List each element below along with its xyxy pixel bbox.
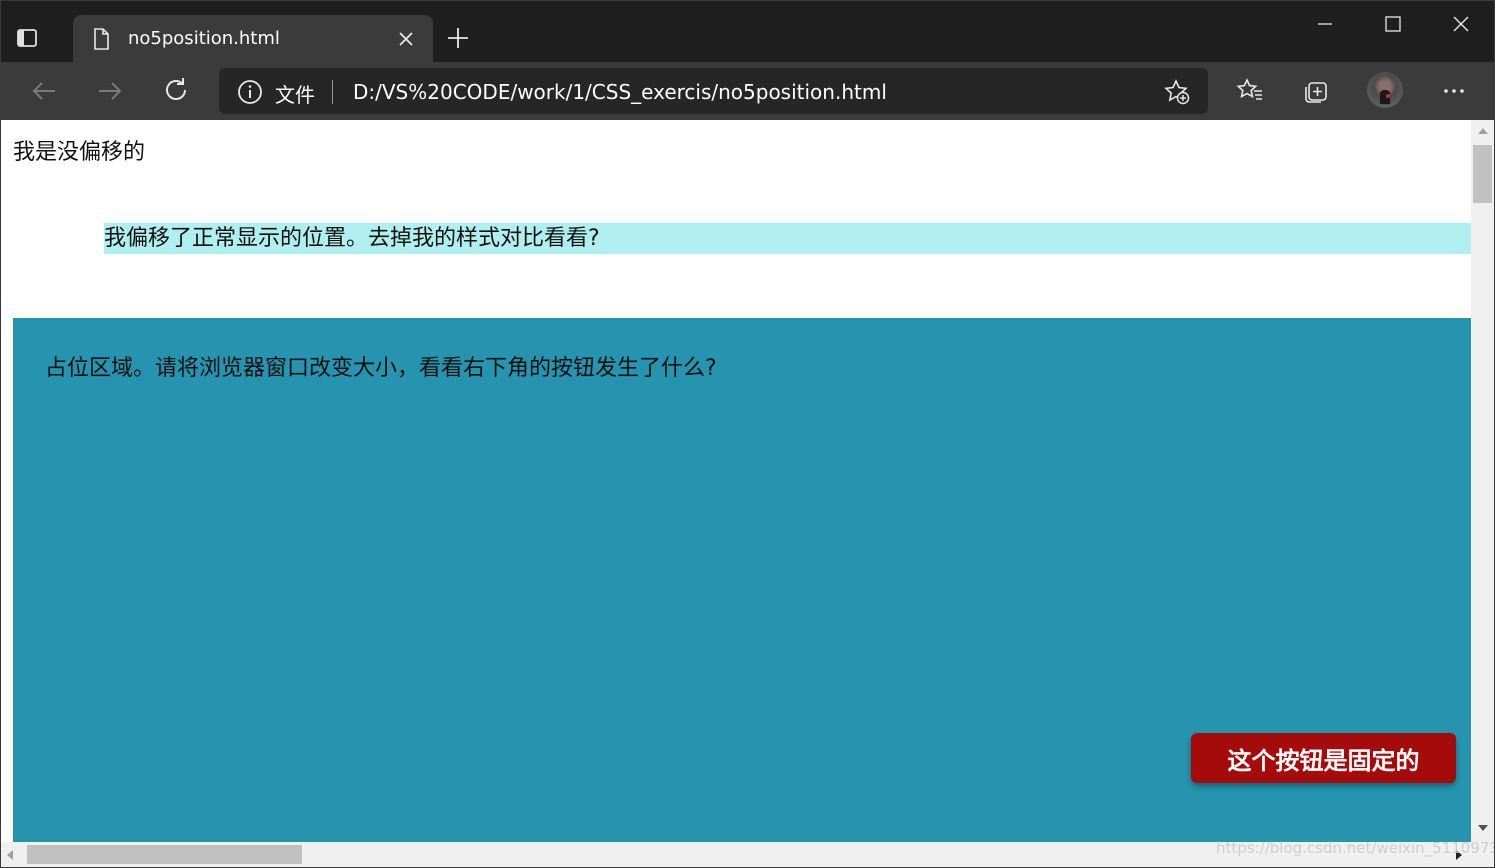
scroll-left-arrow-icon[interactable] bbox=[7, 850, 13, 860]
watermark-text: https://blog.csdn.net/weixin_51109735 bbox=[1216, 839, 1495, 857]
profile-avatar[interactable] bbox=[1367, 72, 1403, 108]
tab-title: no5position.html bbox=[128, 28, 280, 49]
browser-title-bar: no5position.html bbox=[0, 0, 1495, 63]
placeholder-text: 占位区域。请将浏览器窗口改变大小，看看右下角的按钮发生了什么? bbox=[45, 356, 717, 381]
back-arrow-icon[interactable] bbox=[29, 76, 59, 106]
scroll-up-arrow-icon[interactable] bbox=[1478, 128, 1488, 134]
tab-actions-icon[interactable] bbox=[15, 26, 39, 50]
refresh-icon[interactable] bbox=[161, 75, 191, 105]
address-separator bbox=[332, 80, 333, 104]
url-text[interactable]: D:/VS%20CODE/work/1/CSS_exercis/no5posit… bbox=[353, 80, 887, 104]
favorites-icon[interactable] bbox=[1235, 76, 1265, 106]
page-content: 我是没偏移的 我偏移了正常显示的位置。去掉我的样式对比看看? 占位区域。请将浏览… bbox=[1, 120, 1471, 842]
vertical-scroll-thumb[interactable] bbox=[1473, 145, 1492, 203]
horizontal-scroll-thumb[interactable] bbox=[27, 845, 302, 864]
scroll-down-arrow-icon[interactable] bbox=[1478, 825, 1488, 831]
static-text: 我是没偏移的 bbox=[13, 140, 146, 165]
document-icon bbox=[89, 27, 113, 51]
address-prefix-label: 文件 bbox=[275, 83, 315, 107]
add-favorite-icon[interactable] bbox=[1163, 78, 1191, 106]
collections-icon[interactable] bbox=[1301, 76, 1331, 106]
browser-toolbar: 文件 D:/VS%20CODE/work/1/CSS_exercis/no5po… bbox=[0, 62, 1495, 120]
info-icon[interactable] bbox=[237, 79, 263, 105]
more-menu-icon[interactable] bbox=[1439, 76, 1469, 106]
fixed-button[interactable]: 这个按钮是固定的 bbox=[1191, 733, 1456, 783]
minimize-icon[interactable] bbox=[1311, 11, 1339, 37]
forward-arrow-icon[interactable] bbox=[95, 76, 125, 106]
maximize-icon[interactable] bbox=[1379, 11, 1407, 37]
browser-tab[interactable]: no5position.html bbox=[73, 15, 433, 63]
new-tab-icon[interactable] bbox=[446, 26, 470, 50]
offset-text: 我偏移了正常显示的位置。去掉我的样式对比看看? bbox=[104, 223, 1471, 254]
close-tab-icon[interactable] bbox=[395, 28, 417, 50]
page-viewport: 我是没偏移的 我偏移了正常显示的位置。去掉我的样式对比看看? 占位区域。请将浏览… bbox=[0, 120, 1495, 868]
vertical-scrollbar[interactable] bbox=[1471, 120, 1494, 842]
close-window-icon[interactable] bbox=[1447, 11, 1475, 37]
address-bar[interactable]: 文件 D:/VS%20CODE/work/1/CSS_exercis/no5po… bbox=[219, 68, 1208, 114]
